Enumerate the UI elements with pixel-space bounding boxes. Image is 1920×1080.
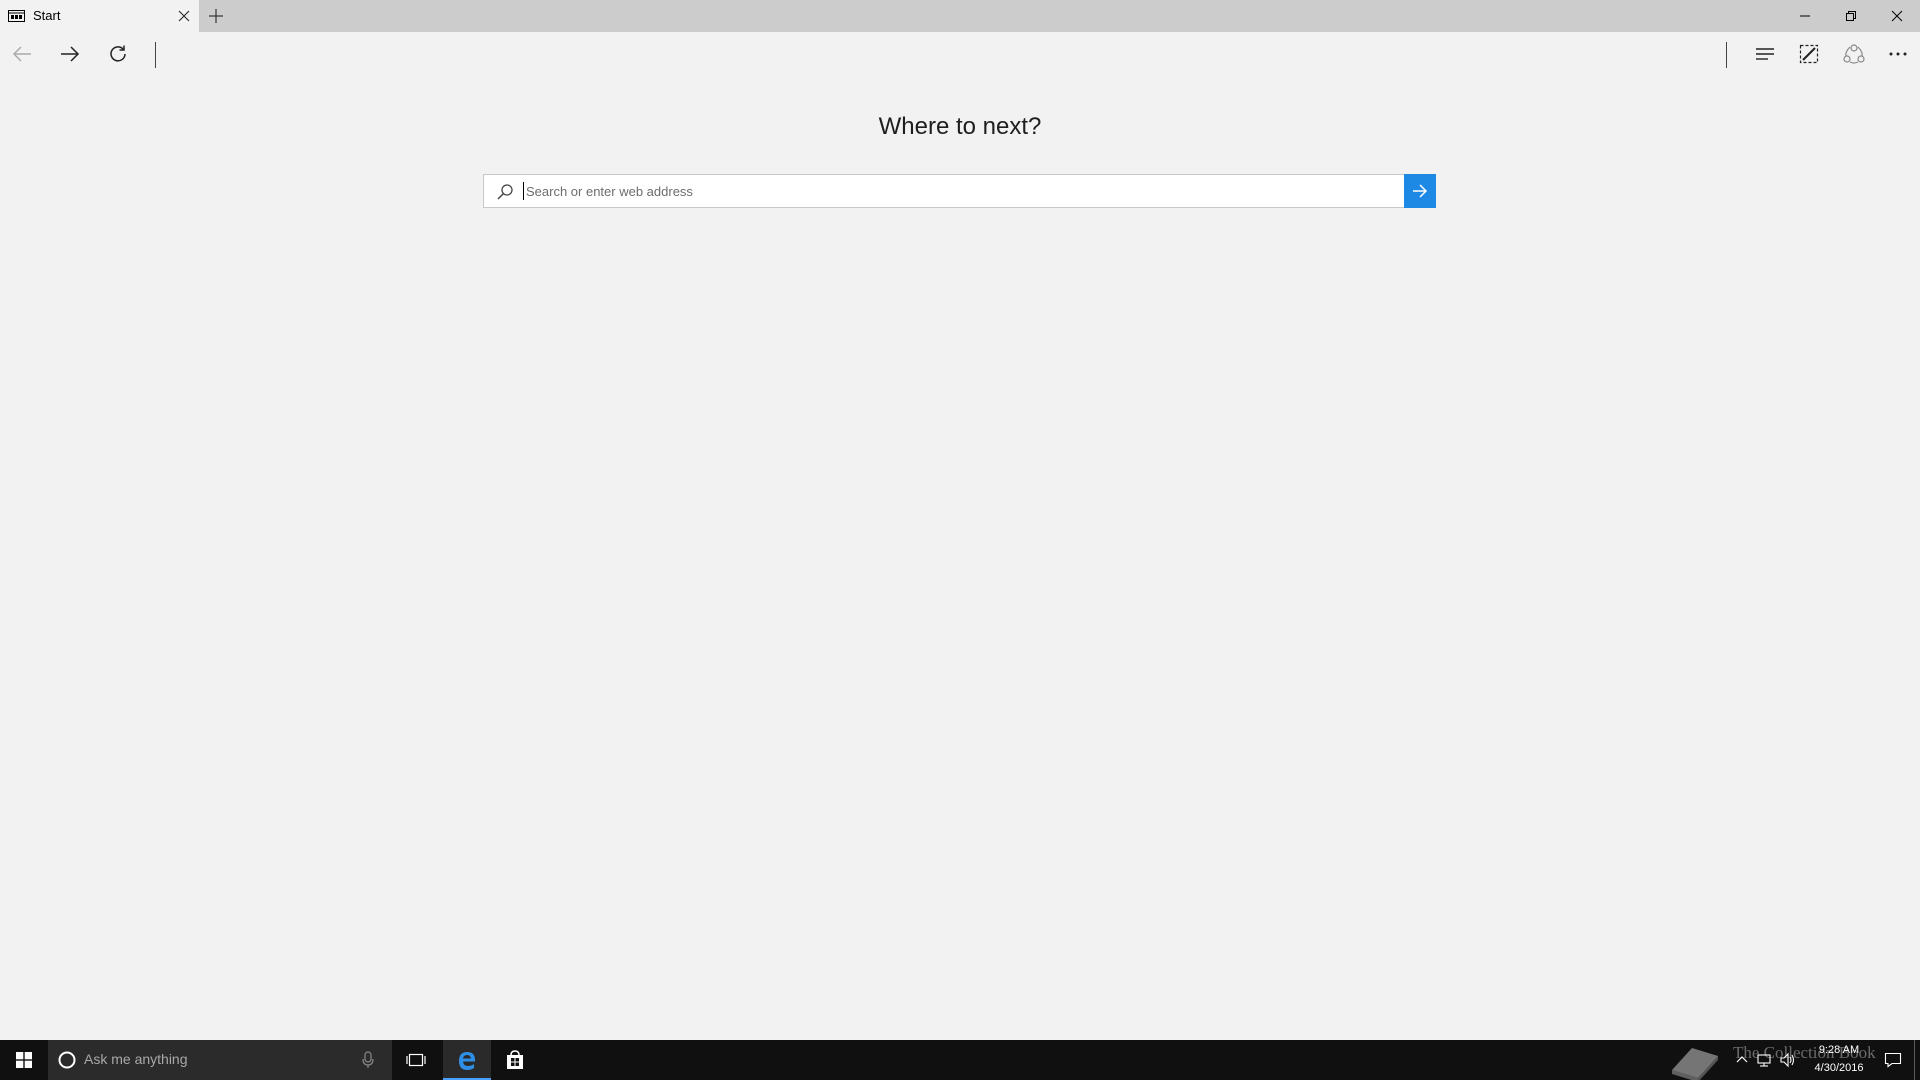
volume-icon[interactable] bbox=[1780, 1052, 1796, 1068]
edge-window: Start Where to next? Search or enter web… bbox=[0, 0, 1920, 1080]
close-window-button[interactable] bbox=[1874, 0, 1920, 32]
tab-title: Start bbox=[33, 8, 61, 23]
text-cursor bbox=[523, 182, 524, 200]
toolbar-divider-right bbox=[1726, 42, 1727, 68]
cortana-placeholder: Ask me anything bbox=[84, 1051, 188, 1067]
watermark-book-icon bbox=[1672, 1048, 1718, 1080]
minimize-button[interactable] bbox=[1782, 0, 1828, 32]
clock-time[interactable]: 9:28 AM bbox=[1808, 1044, 1870, 1056]
close-tab-icon[interactable] bbox=[176, 8, 192, 24]
web-note-button[interactable] bbox=[1787, 32, 1831, 76]
clock-date[interactable]: 4/30/2016 bbox=[1804, 1062, 1874, 1074]
arrow-right-icon bbox=[61, 46, 80, 62]
task-view-button[interactable] bbox=[392, 1040, 440, 1080]
tab-bar: Start bbox=[0, 0, 1920, 32]
tab-page-icon bbox=[8, 10, 25, 22]
forward-button[interactable] bbox=[48, 32, 92, 76]
tab-start[interactable]: Start bbox=[0, 0, 199, 32]
new-tab-plus-icon[interactable] bbox=[208, 8, 224, 24]
more-icon bbox=[1889, 52, 1907, 56]
pen-icon bbox=[1799, 44, 1819, 64]
toolbar-divider bbox=[155, 42, 156, 68]
start-button[interactable] bbox=[0, 1040, 48, 1080]
refresh-icon bbox=[110, 45, 126, 62]
restore-button[interactable] bbox=[1828, 0, 1874, 32]
page-heading: Where to next? bbox=[878, 113, 1042, 140]
search-input[interactable] bbox=[524, 176, 1394, 206]
show-desktop-button[interactable] bbox=[1914, 1040, 1915, 1080]
cortana-icon bbox=[58, 1051, 76, 1069]
share-button[interactable] bbox=[1832, 32, 1876, 76]
go-button[interactable] bbox=[1404, 174, 1436, 208]
cortana-search-box[interactable]: Ask me anything bbox=[48, 1040, 392, 1080]
store-taskbar-button[interactable] bbox=[491, 1040, 539, 1080]
search-icon bbox=[497, 184, 513, 200]
arrow-left-icon bbox=[12, 46, 31, 62]
navigation-toolbar bbox=[0, 32, 1920, 76]
edge-logo-icon bbox=[459, 1052, 475, 1070]
taskbar: Ask me anything The Collection Book 9:28… bbox=[0, 1040, 1920, 1080]
restore-icon bbox=[1846, 11, 1856, 21]
share-icon bbox=[1843, 44, 1865, 64]
minimize-icon bbox=[1800, 15, 1810, 17]
more-button[interactable] bbox=[1876, 32, 1920, 76]
hub-icon bbox=[1756, 48, 1774, 60]
chevron-up-icon[interactable] bbox=[1734, 1052, 1750, 1068]
task-view-icon bbox=[406, 1053, 426, 1067]
network-icon[interactable] bbox=[1756, 1052, 1772, 1068]
action-center-icon[interactable] bbox=[1884, 1052, 1902, 1068]
edge-taskbar-button[interactable] bbox=[443, 1040, 491, 1080]
microphone-icon[interactable] bbox=[361, 1051, 375, 1069]
back-button[interactable] bbox=[0, 32, 44, 76]
hub-button[interactable] bbox=[1743, 32, 1787, 76]
search-box[interactable] bbox=[483, 174, 1405, 208]
windows-logo-icon bbox=[16, 1052, 32, 1068]
refresh-button[interactable] bbox=[96, 32, 140, 76]
store-bag-icon bbox=[507, 1050, 523, 1069]
close-icon bbox=[1891, 10, 1903, 22]
arrow-right-icon bbox=[1413, 184, 1428, 198]
